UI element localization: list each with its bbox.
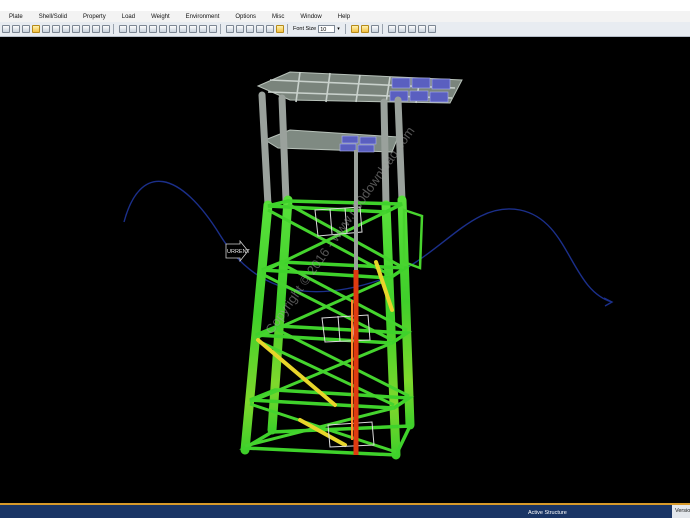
view-cube-icon[interactable]	[119, 25, 127, 33]
menu-misc[interactable]: Misc	[272, 14, 284, 20]
current-label: URRENT	[227, 249, 251, 255]
toolbar-button[interactable]	[82, 25, 90, 33]
menu-help[interactable]: Help	[338, 14, 350, 20]
status-version: Version	[672, 505, 690, 518]
toolbar-button[interactable]	[370, 25, 379, 33]
toolbar-button[interactable]	[92, 25, 100, 33]
menu-shell-solid[interactable]: Shell/Solid	[39, 14, 67, 20]
toolbar-button[interactable]	[397, 25, 406, 33]
menu-options[interactable]: Options	[235, 14, 256, 20]
pan-icon[interactable]	[42, 25, 50, 33]
toolbar-button[interactable]	[236, 25, 244, 33]
title-strip	[0, 0, 690, 11]
toolbar-button[interactable]	[226, 25, 234, 33]
view-cube-icon[interactable]	[149, 25, 157, 33]
structure-canvas: URRENT Copyright © 2016 - www.p30downloa…	[123, 71, 614, 460]
toolbar-separator	[381, 24, 383, 34]
menu-property[interactable]: Property	[83, 14, 106, 20]
view-cube-icon[interactable]	[169, 25, 177, 33]
undo-icon[interactable]	[2, 25, 10, 33]
toolbar-button[interactable]	[266, 25, 274, 33]
font-size-select[interactable]: 10	[318, 25, 336, 33]
toolbar-button[interactable]	[62, 25, 70, 33]
toolbar-button[interactable]	[276, 25, 284, 33]
view-cube-icon[interactable]	[159, 25, 167, 33]
menu-weight[interactable]: Weight	[151, 14, 170, 20]
toolbar-button[interactable]	[256, 25, 264, 33]
view-cube-icon[interactable]	[139, 25, 147, 33]
redo-icon[interactable]	[12, 25, 20, 33]
toolbar-separator	[287, 24, 288, 34]
select-icon[interactable]	[22, 25, 30, 33]
menu-bar: Plate Shell/Solid Property Load Weight E…	[0, 11, 690, 22]
menu-load[interactable]: Load	[122, 14, 135, 20]
toolbar-button[interactable]	[199, 25, 207, 33]
toolbar-button[interactable]	[246, 25, 254, 33]
toolbar-button[interactable]	[102, 25, 110, 33]
toolbar: Font Size 10 ▾	[0, 22, 690, 37]
zoom-icon[interactable]	[32, 25, 40, 33]
toolbar-button[interactable]	[350, 25, 359, 33]
toolbar-button[interactable]	[209, 25, 217, 33]
toolbar-separator	[113, 24, 114, 34]
dropdown-arrow-icon[interactable]: ▾	[337, 26, 340, 32]
rotate-icon[interactable]	[52, 25, 60, 33]
status-bar: Active Structure Version	[0, 503, 690, 518]
current-wave-arrowhead	[603, 297, 614, 307]
menu-plate[interactable]: Plate	[9, 14, 23, 20]
status-active-structure: Active Structure	[528, 510, 567, 516]
toolbar-button[interactable]	[427, 25, 436, 33]
toolbar-button[interactable]	[417, 25, 426, 33]
font-size-label: Font Size	[293, 26, 317, 32]
toolbar-button[interactable]	[407, 25, 416, 33]
view-cube-icon[interactable]	[189, 25, 197, 33]
toolbar-separator	[344, 24, 346, 34]
3d-viewport[interactable]: URRENT Copyright © 2016 - www.p30downloa…	[0, 37, 690, 503]
menu-environment[interactable]: Environment	[186, 14, 220, 20]
view-cube-icon[interactable]	[179, 25, 187, 33]
toolbar-button[interactable]	[387, 25, 396, 33]
menu-window[interactable]: Window	[300, 14, 321, 20]
toolbar-button[interactable]	[360, 25, 369, 33]
toolbar-separator	[220, 24, 221, 34]
view-cube-icon[interactable]	[129, 25, 137, 33]
toolbar-button[interactable]	[72, 25, 80, 33]
